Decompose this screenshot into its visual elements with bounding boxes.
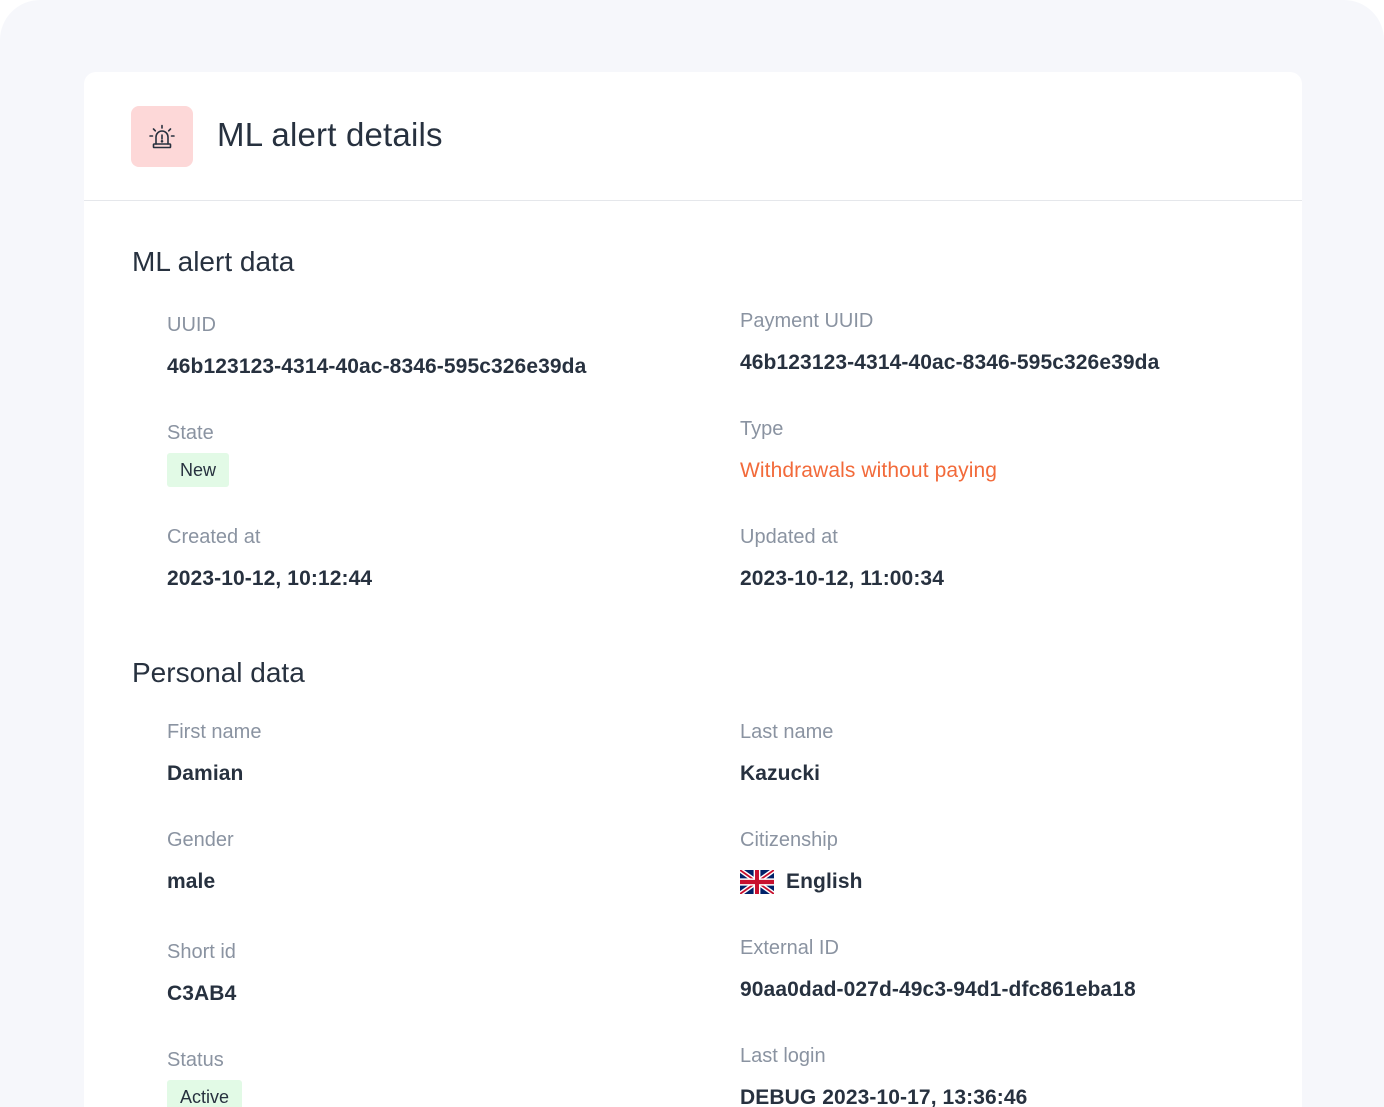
external-id-value: 90aa0dad-027d-49c3-94d1-dfc861eba18 <box>740 978 1136 1001</box>
first-name-field: First name Damian <box>167 720 261 787</box>
external-id-field: External ID 90aa0dad-027d-49c3-94d1-dfc8… <box>740 936 1136 1003</box>
citizenship-row: English <box>740 869 863 895</box>
uuid-value: 46b123123-4314-40ac-8346-595c326e39da <box>167 355 587 378</box>
payment-uuid-value: 46b123123-4314-40ac-8346-595c326e39da <box>740 351 1160 374</box>
payment-uuid-label: Payment UUID <box>740 310 874 332</box>
status-label: Status <box>167 1049 224 1071</box>
type-value: Withdrawals without paying <box>740 459 998 482</box>
state-field: State New <box>167 421 230 487</box>
type-label: Type <box>740 418 784 440</box>
short-id-value: C3AB4 <box>167 982 237 1005</box>
created-at-value: 2023-10-12, 10:12:44 <box>167 567 373 590</box>
last-name-label: Last name <box>740 721 834 743</box>
citizenship-field: Citizenship English <box>740 828 863 895</box>
citizenship-label: Citizenship <box>740 829 838 851</box>
first-name-label: First name <box>167 721 262 743</box>
page-title: ML alert details <box>217 116 443 153</box>
last-name-field: Last name Kazucki <box>740 720 833 787</box>
state-badge: New <box>167 453 230 487</box>
updated-at-label: Updated at <box>740 526 838 548</box>
short-id-label: Short id <box>167 941 236 963</box>
created-at-field: Created at 2023-10-12, 10:12:44 <box>167 525 372 592</box>
page-background: ML alert details ML alert data UUID 46b1… <box>0 0 1384 1107</box>
last-login-label: Last login <box>740 1045 826 1067</box>
citizenship-value: English <box>786 870 863 893</box>
type-field: Type Withdrawals without paying <box>740 417 997 484</box>
uk-flag-icon <box>740 870 774 894</box>
updated-at-field: Updated at 2023-10-12, 11:00:34 <box>740 525 944 592</box>
card-header: ML alert details <box>84 72 1302 201</box>
ml-alert-section-title: ML alert data <box>132 246 295 277</box>
siren-icon <box>131 106 193 167</box>
gender-field: Gender male <box>167 828 234 895</box>
gender-label: Gender <box>167 829 234 851</box>
alert-details-card: ML alert details ML alert data UUID 46b1… <box>84 72 1302 1107</box>
uuid-label: UUID <box>167 314 216 336</box>
last-name-value: Kazucki <box>740 762 821 785</box>
last-login-field: Last login DEBUG 2023-10-17, 13:36:46 <box>740 1044 1027 1107</box>
short-id-field: Short id C3AB4 <box>167 940 236 1007</box>
uuid-field: UUID 46b123123-4314-40ac-8346-595c326e39… <box>167 313 586 380</box>
first-name-value: Damian <box>167 762 244 785</box>
created-at-label: Created at <box>167 526 261 548</box>
last-login-value: DEBUG 2023-10-17, 13:36:46 <box>740 1086 1028 1107</box>
external-id-label: External ID <box>740 937 839 959</box>
status-field: Status Active <box>167 1048 243 1107</box>
payment-uuid-field: Payment UUID 46b123123-4314-40ac-8346-59… <box>740 309 1159 376</box>
state-label: State <box>167 422 214 444</box>
personal-section-title: Personal data <box>132 657 305 688</box>
gender-value: male <box>167 870 216 893</box>
updated-at-value: 2023-10-12, 11:00:34 <box>740 567 944 590</box>
status-badge: Active <box>167 1080 243 1107</box>
